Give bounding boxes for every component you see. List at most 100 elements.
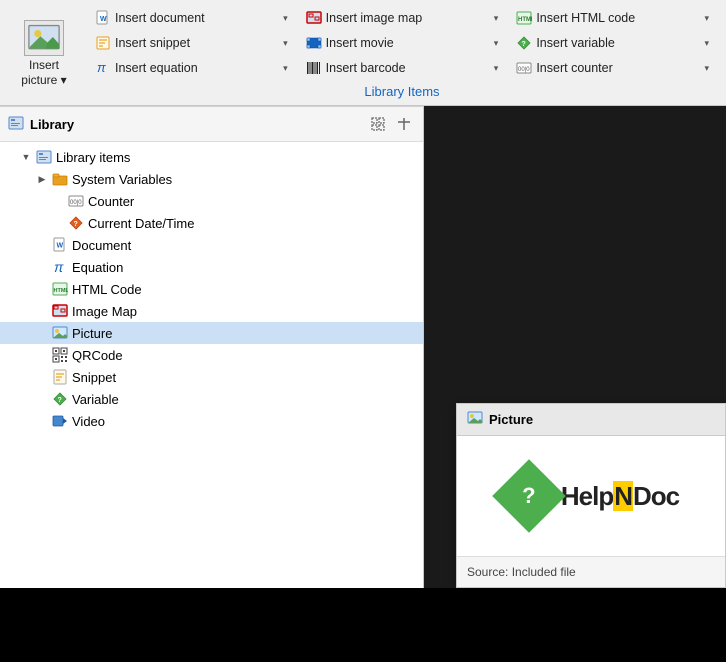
library-title-icon xyxy=(8,115,24,134)
library-pin-button[interactable] xyxy=(393,113,415,135)
snippet-tree-icon xyxy=(52,369,68,385)
svg-text:00|0: 00|0 xyxy=(518,67,530,73)
insert-variable-button[interactable]: ? Insert variable ▾ xyxy=(507,31,718,55)
main-area: Library xyxy=(0,106,726,588)
insert-movie-arrow: ▾ xyxy=(494,38,499,49)
insert-image-map-arrow: ▾ xyxy=(494,13,499,24)
tree-item-library-items[interactable]: ▼ Library items xyxy=(0,146,423,168)
qrcode-label: QRCode xyxy=(72,348,415,363)
helpndoc-text: HelpNDoc xyxy=(561,481,679,512)
tree-item-snippet[interactable]: ▶ Snippet xyxy=(0,366,423,388)
insert-html-code-button[interactable]: HTML Insert HTML code ▾ xyxy=(507,6,718,30)
insert-equation-arrow: ▾ xyxy=(283,63,288,74)
insert-barcode-arrow: ▾ xyxy=(494,63,499,74)
snippet-icon xyxy=(95,35,111,51)
html-code-label: HTML Code xyxy=(72,282,415,297)
svg-text:W: W xyxy=(100,16,107,23)
svg-text:HTML: HTML xyxy=(518,17,532,23)
datetime-label: Current Date/Time xyxy=(88,216,415,231)
right-dark-area: Picture ? HelpNDoc Source: Included file xyxy=(424,106,726,588)
insert-counter-arrow: ▾ xyxy=(704,63,709,74)
tree-item-system-variables[interactable]: ▶ System Variables xyxy=(0,168,423,190)
tree-item-qrcode[interactable]: ▶ QRCode xyxy=(0,344,423,366)
insert-barcode-label: Insert barcode xyxy=(326,61,488,75)
svg-text:W: W xyxy=(57,243,64,250)
insert-document-button[interactable]: W Insert document ▾ xyxy=(86,6,297,30)
insert-equation-button[interactable]: π Insert equation ▾ xyxy=(86,56,297,80)
svg-text:π: π xyxy=(54,259,64,275)
library-header-icons xyxy=(367,113,415,135)
picture-label: Picture xyxy=(72,326,415,341)
variable-icon: ? xyxy=(516,35,532,51)
toolbar: Insertpicture ▾ W Insert document ▾ xyxy=(0,0,726,106)
library-panel-title: Library xyxy=(30,117,74,132)
picture-tree-icon xyxy=(52,325,68,341)
helpndoc-diamond-container: ? xyxy=(503,470,555,522)
tree-item-picture[interactable]: ▶ Picture xyxy=(0,322,423,344)
tree-item-datetime[interactable]: ▶ ? Current Date/Time xyxy=(0,212,423,234)
helpndoc-n: N xyxy=(613,481,633,511)
library-title: Library xyxy=(8,115,74,134)
library-view-toggle-button[interactable] xyxy=(367,113,389,135)
insert-snippet-button[interactable]: Insert snippet ▾ xyxy=(86,31,297,55)
preview-body: ? HelpNDoc xyxy=(457,436,725,556)
insert-counter-label: Insert counter xyxy=(536,61,698,75)
helpndoc-logo: ? HelpNDoc xyxy=(503,470,679,522)
svg-text:π: π xyxy=(97,60,106,75)
insert-picture-label: Insertpicture ▾ xyxy=(21,58,66,87)
movie-icon xyxy=(306,35,322,51)
preview-header: Picture xyxy=(457,404,725,436)
counter-label: Counter xyxy=(88,194,415,209)
insert-variable-arrow: ▾ xyxy=(704,38,709,49)
insert-document-arrow: ▾ xyxy=(283,13,288,24)
insert-movie-button[interactable]: Insert movie ▾ xyxy=(297,31,508,55)
html-icon: HTML xyxy=(516,10,532,26)
tree-item-counter[interactable]: ▶ 00|0 Counter xyxy=(0,190,423,212)
insert-html-code-label: Insert HTML code xyxy=(536,11,698,25)
imagemap-icon xyxy=(306,10,322,26)
insert-variable-label: Insert variable xyxy=(536,36,698,50)
image-map-label: Image Map xyxy=(72,304,415,319)
tree-item-image-map[interactable]: ▶ Image Map xyxy=(0,300,423,322)
doc-icon: W xyxy=(95,10,111,26)
preview-header-icon xyxy=(467,410,483,429)
html-tree-icon: HTML xyxy=(52,281,68,297)
insert-barcode-button[interactable]: Insert barcode ▾ xyxy=(297,56,508,80)
equation-tree-icon: π xyxy=(52,259,68,275)
insert-image-map-button[interactable]: Insert image map ▾ xyxy=(297,6,508,30)
counter-tree-icon: 00|0 xyxy=(68,193,84,209)
barcode-icon xyxy=(306,60,322,76)
tree-item-video[interactable]: ▶ Video xyxy=(0,410,423,432)
toolbar-top: Insertpicture ▾ W Insert document ▾ xyxy=(8,6,718,101)
video-tree-icon xyxy=(52,413,68,429)
tree-item-html-code[interactable]: ▶ HTML HTML Code xyxy=(0,278,423,300)
svg-text:?: ? xyxy=(522,41,526,48)
insert-picture-icon xyxy=(24,20,64,56)
qrcode-tree-icon xyxy=(52,347,68,363)
insert-counter-button[interactable]: 00|0 Insert counter ▾ xyxy=(507,56,718,80)
insert-html-code-arrow: ▾ xyxy=(704,13,709,24)
library-items-link[interactable]: Library Items xyxy=(86,81,718,101)
preview-source: Source: Included file xyxy=(457,556,725,587)
library-items-label: Library items xyxy=(56,150,415,165)
system-variables-label: System Variables xyxy=(72,172,415,187)
toolbar-button-grid: W Insert document ▾ Insert image map ▾ xyxy=(86,6,718,101)
variable-tree-icon: ? xyxy=(52,391,68,407)
insert-movie-label: Insert movie xyxy=(326,36,488,50)
helpndoc-doc: Doc xyxy=(633,481,679,511)
system-variables-expand-arrow: ▶ xyxy=(36,173,48,185)
datetime-icon: ? xyxy=(68,215,84,231)
svg-text:00|0: 00|0 xyxy=(70,200,82,206)
helpndoc-help: Help xyxy=(561,481,613,511)
equation-icon: π xyxy=(95,60,111,76)
counter-icon: 00|0 xyxy=(516,60,532,76)
insert-picture-button[interactable]: Insertpicture ▾ xyxy=(8,15,80,92)
video-label: Video xyxy=(72,414,415,429)
tree-item-variable[interactable]: ▶ ? Variable xyxy=(0,388,423,410)
library-items-collapse-arrow: ▼ xyxy=(20,151,32,163)
tree-item-document[interactable]: ▶ W Document xyxy=(0,234,423,256)
library-tree: ▼ Library items ▶ xyxy=(0,142,423,588)
svg-text:?: ? xyxy=(74,221,78,228)
tree-item-equation[interactable]: ▶ π Equation xyxy=(0,256,423,278)
preview-title: Picture xyxy=(489,412,533,427)
